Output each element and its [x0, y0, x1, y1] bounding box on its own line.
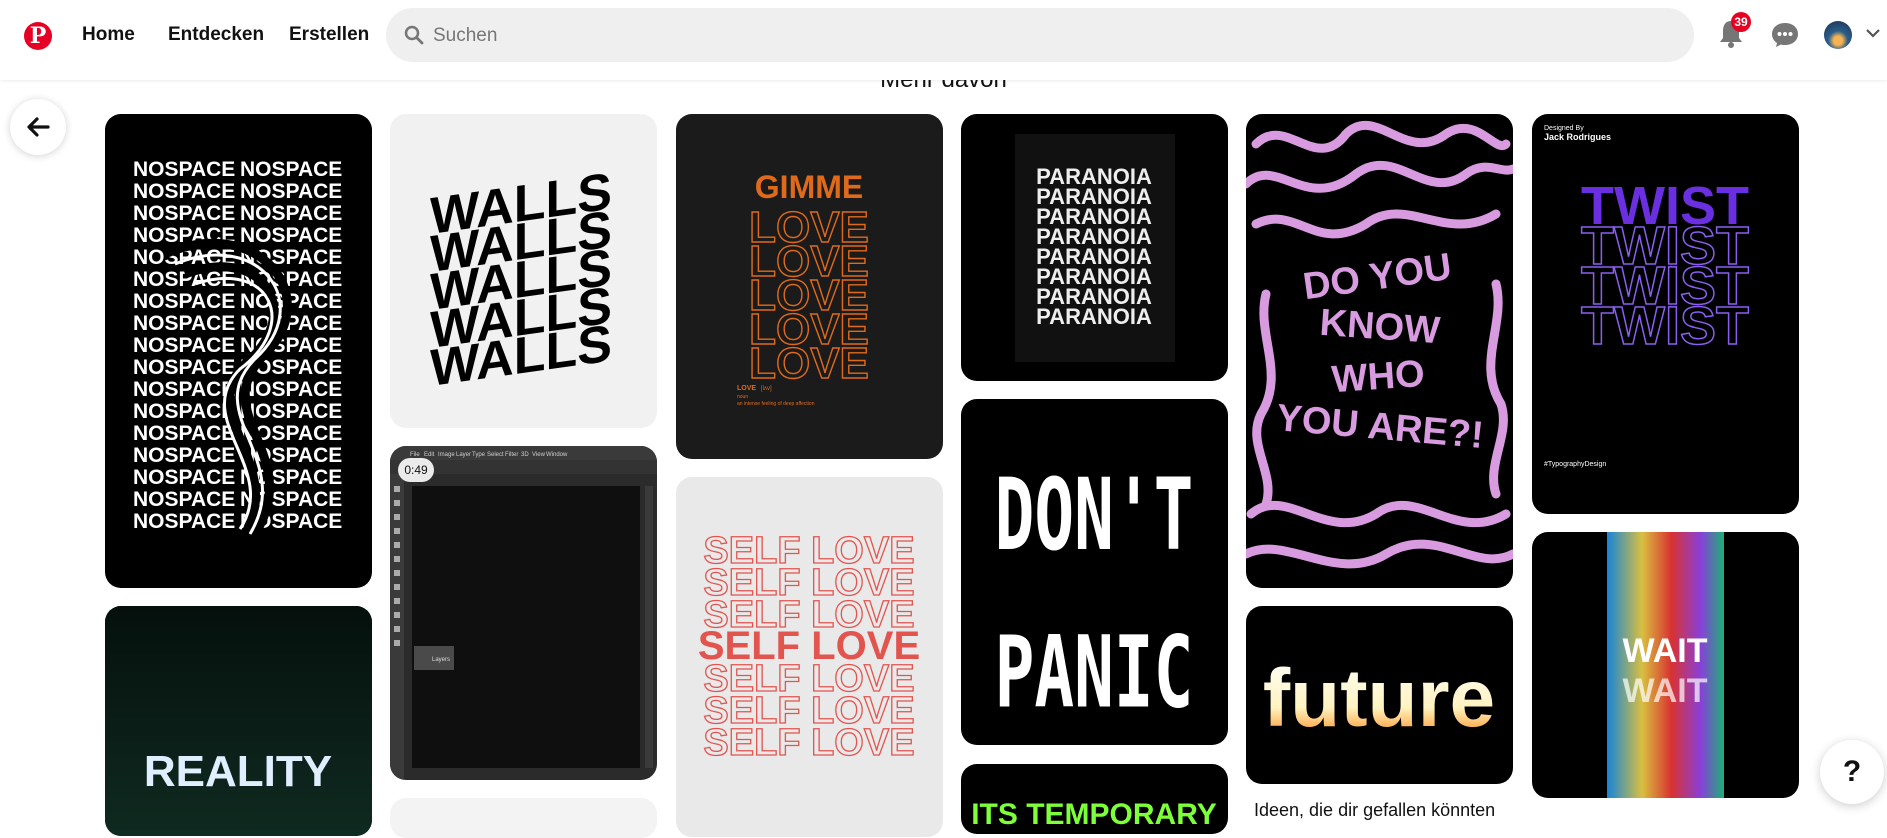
pin-nospace-text: NOSPACE [240, 400, 342, 423]
pin-love-def-phonetic: [lʌv] [761, 386, 772, 392]
notifications-count-badge: 39 [1731, 12, 1751, 32]
top-navigation-bar: P Home Entdecken Erstellen 39 [0, 0, 1887, 80]
pin-nospace-text: NOSPACE [133, 158, 235, 181]
search-input[interactable] [431, 18, 1675, 54]
pin-temporary[interactable]: ITS TEMPORARY [961, 764, 1228, 834]
pin-nospace-text: NOSPACE [133, 202, 235, 225]
pin-nospace-text: NOSPACE [133, 180, 235, 203]
pin-love-outline-text: LOVE [749, 339, 869, 388]
pin-nospace-text: NOSPACE [240, 378, 342, 401]
pin-love-def-text: an intense feeling of deep affection [737, 401, 815, 407]
pin-love-def-word: LOVE [737, 385, 756, 392]
help-button[interactable]: ? [1820, 740, 1884, 804]
arrow-left-icon [27, 117, 50, 137]
pin-love-def-pos: noun [737, 394, 748, 400]
pin-wait[interactable]: WAIT WAIT [1532, 532, 1799, 798]
pin-doyou-text: DO YOU [1301, 246, 1455, 308]
nav-explore-link[interactable]: Entdecken [168, 24, 264, 46]
pin-nospace-text: NOSPACE [133, 312, 235, 335]
back-button[interactable] [10, 99, 66, 155]
pin-self-love[interactable]: SELF LOVE SELF LOVE SELF LOVE SELF LOVE … [676, 477, 943, 837]
pin-doyou-text: WHO [1330, 353, 1426, 401]
pin-photoshop-video[interactable]: File Edit Image Layer Type Select Filter… [390, 446, 657, 780]
pin-nospace-text: NOSPACE [133, 356, 235, 379]
pin-twist-hashtag: #TypographyDesign [1544, 461, 1606, 468]
ps-menu-item: Layer [456, 452, 471, 458]
ps-layers-label: Layers [432, 657, 450, 663]
pin-nospace-text: NOSPACE [133, 444, 235, 467]
pin-self-love-text: SELF LOVE [698, 624, 920, 668]
pin-nospace-text: NOSPACE [133, 466, 235, 489]
pin-self-love-outline-text: SELF LOVE [703, 722, 914, 764]
pin-nospace-text: NOSPACE [133, 334, 235, 357]
pin-temporary-text: ITS TEMPORARY [971, 798, 1217, 831]
pin-twist[interactable]: Designed By Jack Rodrigues TWIST TWIST T… [1532, 114, 1799, 514]
pin-twist-author: Jack Rodrigues [1544, 132, 1611, 142]
pin-nospace-text: NOSPACE [240, 202, 342, 225]
pin-nospace-text: NOSPACE [133, 488, 235, 511]
pin-paranoia-text: PARANOIA [1036, 304, 1152, 329]
pin-paranoia[interactable]: PARANOIA PARANOIA PARANOIA PARANOIA PARA… [961, 114, 1228, 381]
ps-menu-item: Type [472, 452, 486, 458]
pinterest-logo-icon[interactable]: P [24, 22, 52, 50]
messages-icon[interactable] [1771, 22, 1799, 48]
pin-instagram-preview[interactable] [390, 798, 657, 838]
pin-gimme-text: GIMME [755, 169, 863, 205]
pin-gimme-love[interactable]: GIMME LOVE LOVE LOVE LOVE LOVE LOVE [lʌv… [676, 114, 943, 459]
pin-nospace-text: NOSPACE [240, 312, 342, 335]
pin-reality[interactable]: REALITY [105, 606, 372, 836]
pin-doyou-text: KNOW [1318, 302, 1441, 352]
ps-menu-item: 3D [521, 452, 529, 458]
ps-menu-item: Image [438, 452, 455, 458]
pin-nospace-text: NOSPACE [133, 290, 235, 313]
pin-nospace-text: NOSPACE [133, 422, 235, 445]
pin-nospace-text: NOSPACE [133, 378, 235, 401]
pin-future[interactable]: future [1246, 606, 1513, 784]
pin-twist-outline-text: TWIST [1581, 296, 1749, 356]
pin-wait-text: WAIT [1623, 672, 1708, 710]
pin-do-you-know[interactable]: DO YOU KNOW WHO YOU ARE?! [1246, 114, 1513, 588]
pin-nospace[interactable]: NOSPACE NOSPACE NOSPACE NOSPACE NOSPACE … [105, 114, 372, 588]
ps-menu-item: Filter [505, 452, 518, 458]
ps-menu-item: Edit [424, 452, 435, 458]
nav-home-link[interactable]: Home [82, 24, 135, 46]
pin-future-text: future [1263, 653, 1495, 744]
pin-nospace-text: NOSPACE [133, 510, 235, 533]
ps-menu-item: Window [546, 452, 568, 458]
pin-nospace-text: NOSPACE [240, 224, 342, 247]
pin-twist-designed-by: Designed By [1544, 125, 1584, 132]
pin-nospace-text: NOSPACE [240, 180, 342, 203]
pin-nospace-text: NOSPACE [133, 400, 235, 423]
pin-wait-text: WAIT [1623, 632, 1708, 670]
video-duration-badge: 0:49 [398, 458, 434, 482]
pin-walls[interactable]: WALLS WALLS WALLS WALLS WALLS [390, 114, 657, 428]
ps-menu-item: View [532, 452, 546, 458]
ps-menu-item: Select [487, 452, 504, 458]
search-bar[interactable] [386, 8, 1694, 62]
pin-dont-text: DON'T [995, 457, 1194, 572]
pin-panic-text: PANIC [995, 615, 1194, 730]
nav-create-link[interactable]: Erstellen [289, 24, 369, 46]
user-avatar[interactable] [1824, 21, 1852, 49]
search-icon [404, 25, 424, 45]
pin-doyou-text: YOU ARE?! [1275, 397, 1485, 457]
pin-nospace-text: NOSPACE [240, 158, 342, 181]
account-chevron-down-icon[interactable] [1866, 28, 1880, 38]
pin-reality-text: REALITY [144, 747, 332, 796]
pin-dont-panic[interactable]: DON'T PANIC [961, 399, 1228, 745]
